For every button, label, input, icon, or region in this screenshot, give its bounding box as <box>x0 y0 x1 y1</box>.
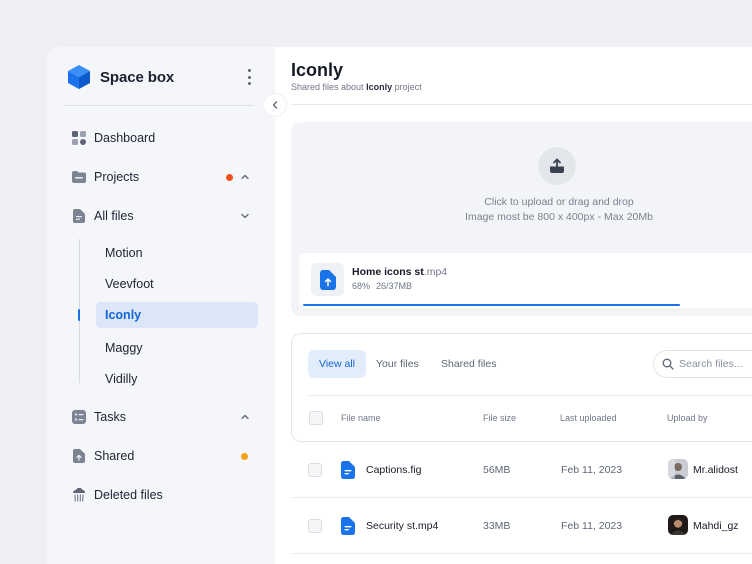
table-row[interactable]: Captions.fig 56MB Feb 11, 2023 Mr.alidos… <box>291 442 752 498</box>
file-size: 56MB <box>483 464 511 476</box>
file-upload-icon <box>319 269 336 290</box>
file-extension: .mp4 <box>423 266 448 278</box>
chevron-left-icon <box>272 101 278 109</box>
sidebar-item-tasks[interactable]: Tasks <box>71 406 251 428</box>
upload-icon[interactable] <box>538 147 576 185</box>
sidebar-item-label: Shared <box>94 449 135 463</box>
upload-meta: 68% 26/37MB <box>352 281 412 291</box>
row-checkbox[interactable] <box>308 519 322 533</box>
sidebar-item-all-files[interactable]: All files <box>71 205 251 227</box>
chevron-down-icon[interactable] <box>240 211 250 221</box>
avatar <box>668 459 688 479</box>
trash-icon <box>71 487 87 503</box>
chevron-up-icon[interactable] <box>240 172 250 182</box>
upload-dropzone[interactable]: Click to upload or drag and drop Image m… <box>291 122 752 316</box>
page-title: Iconly <box>291 60 344 80</box>
subtitle-project: Iconly <box>366 82 393 92</box>
upload-requirements: Image most be 800 x 400px - Max 20Mb <box>465 211 653 223</box>
upload-percent: 68% <box>352 281 371 291</box>
subitem-motion[interactable]: Motion <box>96 240 258 266</box>
folder-icon <box>71 169 87 185</box>
upload-instructions: Click to upload or drag and drop <box>484 196 634 208</box>
sidebar-item-label: All files <box>94 209 134 223</box>
notification-dot <box>226 174 233 181</box>
file-name-text: Home icons st <box>352 266 424 278</box>
search-input[interactable] <box>679 358 749 370</box>
column-header-last-uploaded[interactable]: Last uploaded <box>560 413 617 423</box>
file-name[interactable]: Captions.fig <box>366 464 421 476</box>
main-panel: Iconly Shared files about Iconly project… <box>275 47 752 564</box>
tab-view-all[interactable]: View all <box>308 350 366 378</box>
row-divider <box>291 553 752 554</box>
column-header-upload-by[interactable]: Upload by <box>667 413 708 423</box>
sidebar: Space box Dashboard Projects All files M… <box>47 47 275 564</box>
more-options-icon[interactable] <box>240 67 258 87</box>
sidebar-item-label: Deleted files <box>94 488 163 502</box>
active-marker <box>78 309 80 321</box>
search-icon <box>662 358 674 370</box>
tab-shared-files[interactable]: Shared files <box>430 350 507 378</box>
uploading-file-name: Home icons st.mp4 <box>352 266 447 278</box>
uploader-name: Mahdi_gz <box>693 520 739 532</box>
upload-size-progress: 26/37MB <box>376 281 413 291</box>
file-date: Feb 11, 2023 <box>561 520 623 532</box>
file-size: 33MB <box>483 520 511 532</box>
column-header-file-name[interactable]: File name <box>341 413 381 423</box>
sidebar-item-shared[interactable]: Shared <box>71 445 251 467</box>
avatar <box>668 515 688 535</box>
brand[interactable]: Space box <box>67 64 174 90</box>
row-checkbox[interactable] <box>308 463 322 477</box>
divider <box>63 105 254 106</box>
box-logo-icon <box>68 65 90 89</box>
file-date: Feb 11, 2023 <box>561 464 623 476</box>
share-icon <box>71 448 87 464</box>
sidebar-item-projects[interactable]: Projects <box>71 166 251 188</box>
collapse-sidebar-button[interactable] <box>264 94 286 116</box>
sidebar-item-deleted-files[interactable]: Deleted files <box>71 484 251 506</box>
divider <box>308 395 752 396</box>
tasks-icon <box>71 409 87 425</box>
divider <box>291 104 752 105</box>
upload-progress-fill <box>303 304 681 306</box>
upload-progress-bar <box>303 304 752 306</box>
file-thumbnail <box>311 263 344 296</box>
subtitle-text: project <box>392 82 422 92</box>
tab-your-files[interactable]: Your files <box>365 350 430 378</box>
sidebar-item-dashboard[interactable]: Dashboard <box>71 127 251 149</box>
uploading-file-card: Home icons st.mp4 68% 26/37MB <box>299 253 752 308</box>
select-all-checkbox[interactable] <box>309 411 323 425</box>
sidebar-item-label: Dashboard <box>94 131 156 145</box>
subitem-vidilly[interactable]: Vidilly <box>96 366 258 392</box>
file-name[interactable]: Security st.mp4 <box>366 520 438 532</box>
document-icon <box>71 208 87 224</box>
sidebar-item-label: Tasks <box>94 410 126 424</box>
subitem-veevfoot[interactable]: Veevfoot <box>96 271 258 297</box>
brand-name: Space box <box>100 68 175 86</box>
figma-file-icon <box>341 461 355 479</box>
notification-dot <box>241 453 248 460</box>
subitem-maggy[interactable]: Maggy <box>96 335 258 361</box>
sidebar-item-label: Projects <box>94 170 140 184</box>
search-box[interactable] <box>653 350 752 378</box>
dashboard-icon <box>71 130 87 146</box>
page-subtitle: Shared files about Iconly project <box>291 82 422 92</box>
table-row[interactable]: Security st.mp4 33MB Feb 11, 2023 Mahdi_… <box>291 498 752 554</box>
chevron-up-icon[interactable] <box>240 412 250 422</box>
column-header-file-size[interactable]: File size <box>483 413 516 423</box>
video-file-icon <box>341 517 355 535</box>
uploader-name: Mr.alidost <box>693 464 738 476</box>
subitem-iconly[interactable]: Iconly <box>96 302 258 328</box>
subtitle-text: Shared files about <box>291 82 367 92</box>
files-table-card: View all Your files Shared files File na… <box>291 333 752 442</box>
